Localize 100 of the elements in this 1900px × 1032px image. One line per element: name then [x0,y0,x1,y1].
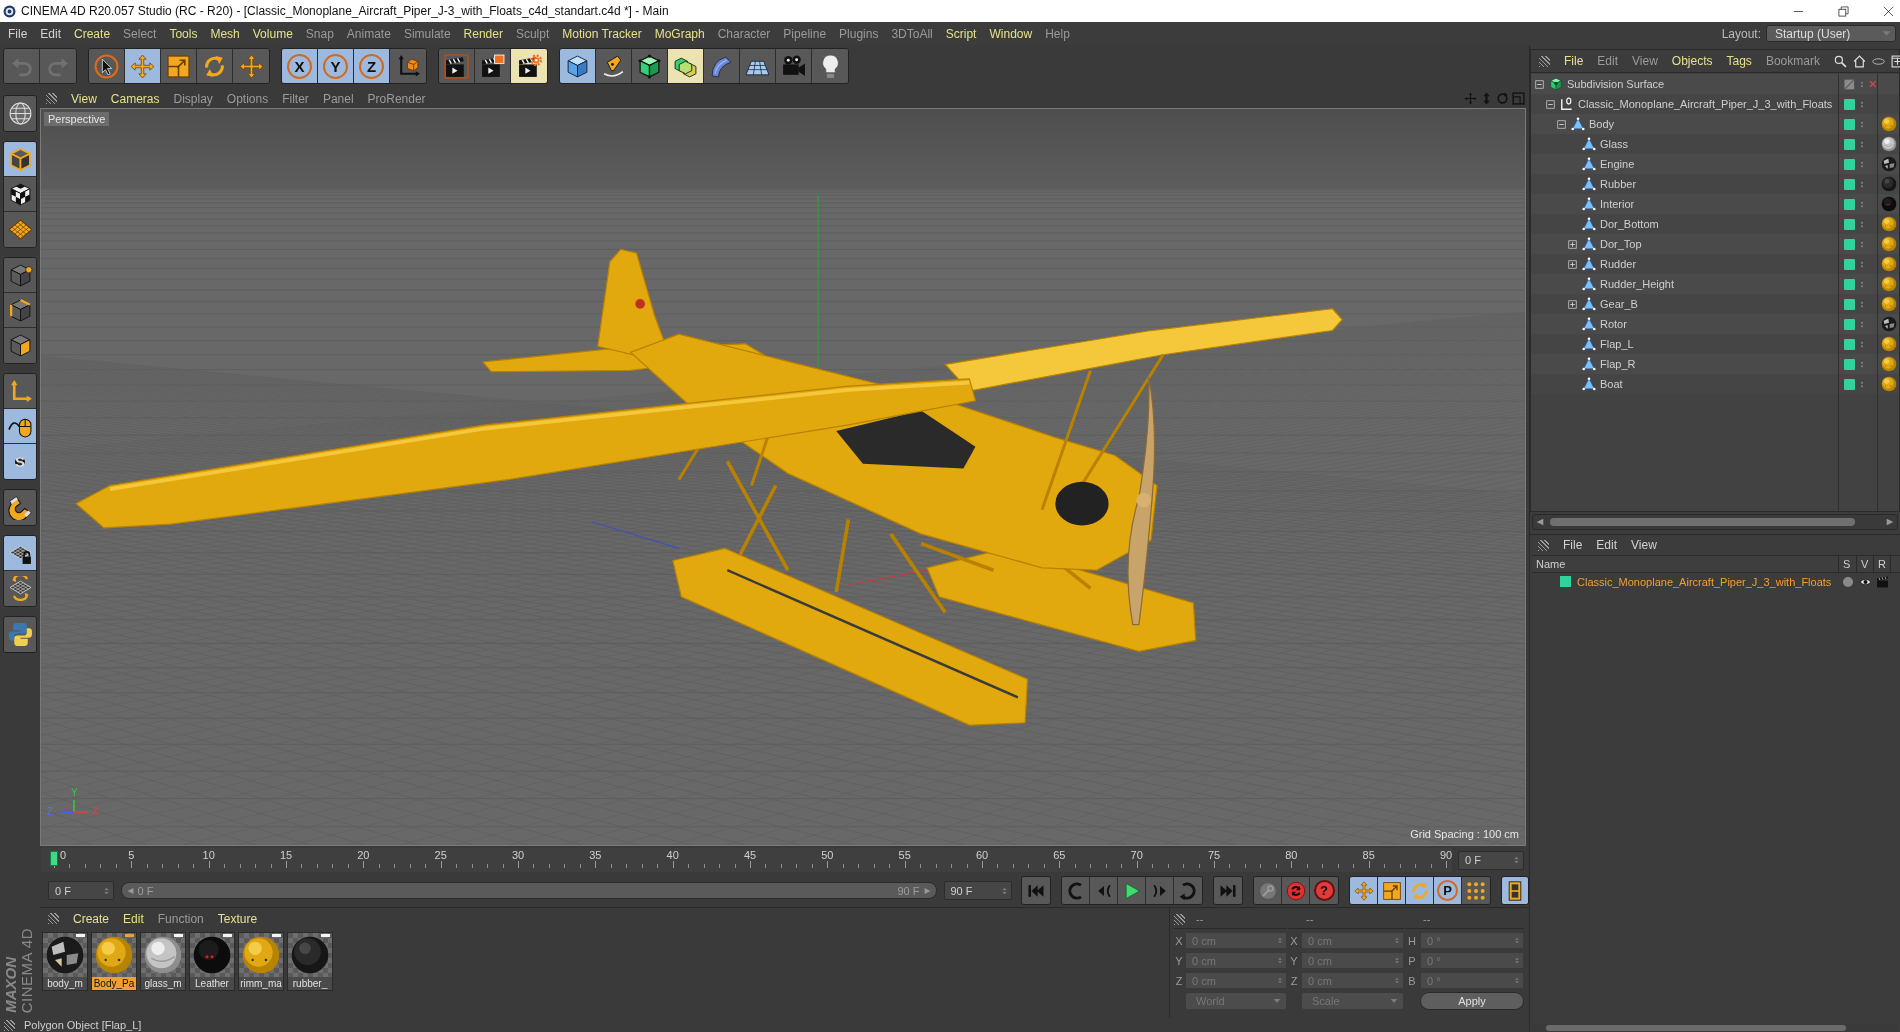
viewport[interactable]: Perspective Grid Spacing : 100 cm Y Z X [40,108,1526,846]
script-button[interactable] [4,617,36,652]
solo-button[interactable]: S [4,444,36,479]
start-frame-field[interactable]: 0 F [48,881,114,900]
layer-name[interactable]: Classic_Monoplane_Aircraft_Piper_J_3_with_Floats [1577,575,1832,588]
menu-item[interactable]: File [1563,538,1583,552]
object-name[interactable]: Engine [1600,158,1635,170]
minus-box-icon[interactable] [1546,99,1555,109]
layer-swatch-icon[interactable] [1844,358,1855,370]
key-point-level-button[interactable] [1462,877,1490,904]
object-name[interactable]: Gear_B [1600,298,1638,310]
array-button[interactable] [668,49,704,83]
object-name[interactable]: Rubber [1600,178,1637,190]
object-name[interactable]: Classic_Monoplane_Aircraft_Piper_J_3_with_Floats [1578,98,1833,110]
key-position-button[interactable] [1350,877,1378,904]
pen-tool-button[interactable] [596,49,632,83]
autokey-button[interactable] [1254,877,1282,904]
render-view-button[interactable] [439,49,475,83]
menu-item[interactable]: Help [1045,26,1070,41]
floor-button[interactable] [740,49,776,83]
menu-item[interactable]: File [8,26,28,41]
horizontal-scrollbar[interactable] [1532,514,1898,530]
object-name[interactable]: Flap_R [1600,358,1636,370]
object-name[interactable]: Dor_Top [1600,238,1642,250]
menu-item[interactable]: Snap [305,26,334,41]
menu-item[interactable]: View [1632,54,1658,68]
points-mode-button[interactable] [4,258,36,293]
object-name[interactable]: Rudder [1600,258,1637,270]
menu-item[interactable]: Edit [40,26,62,41]
object-name[interactable]: Subdivision Surface [1567,78,1665,90]
layer-swatch-icon[interactable] [1844,98,1855,110]
clapper-small-icon[interactable] [1876,575,1889,588]
menu-item[interactable]: Tools [169,26,198,41]
menu-item[interactable]: ProRender [367,91,426,106]
column-header[interactable]: S [1839,556,1857,572]
timeline-ruler[interactable]: 0 5 10 15 20 25 30 35 40 45 50 55 60 65 70 75 80 85 90 [41,848,1452,872]
menu-item[interactable]: Filter [282,91,309,106]
search-icon[interactable] [1833,54,1847,68]
grip-icon[interactable] [48,913,59,924]
select-tool-button[interactable] [89,49,125,83]
menu-item[interactable]: View [71,91,97,106]
material-swatch[interactable]: body_m [42,932,88,991]
end-frame-field[interactable]: 90 F [943,881,1012,900]
menu-item[interactable]: Pipeline [783,26,827,41]
new-panel-icon[interactable] [1890,54,1900,68]
minus-box-icon[interactable] [1557,119,1566,129]
object-name[interactable]: Body [1589,118,1615,130]
render-picture-button[interactable] [475,49,511,83]
layer-swatch-icon[interactable] [1844,178,1855,190]
layer-swatch-icon[interactable] [1844,198,1855,210]
menu-item[interactable]: Animate [346,26,391,41]
menu-item[interactable]: Select [123,26,157,41]
axis-mode-button[interactable] [4,374,36,409]
menu-item[interactable]: Create [74,26,111,41]
menu-item[interactable]: Bookmark [1765,54,1820,68]
menu-item[interactable]: Simulate [403,26,451,41]
layer-swatch-icon[interactable] [1844,338,1855,350]
column-header[interactable]: Name [1532,556,1839,572]
workplane-lock-button[interactable] [4,536,36,571]
menu-item[interactable]: Objects [1671,54,1713,68]
go-to-end-button[interactable] [1214,877,1242,904]
previous-key-button[interactable] [1062,877,1090,904]
key-parameter-button[interactable]: P [1434,877,1462,904]
object-name[interactable]: Dor_Bottom [1600,218,1659,230]
solo-dot-icon[interactable] [1843,576,1853,587]
axis-lock-button[interactable]: Z [354,49,390,83]
layer-swatch-icon[interactable] [1844,138,1855,150]
scale-tool-button[interactable] [161,49,197,83]
close-icon[interactable] [1883,5,1894,17]
menu-item[interactable]: 3DToAll [891,26,933,41]
menu-item[interactable]: Plugins [839,26,879,41]
menu-item[interactable]: Display [173,91,213,106]
object-name[interactable]: Boat [1600,378,1623,390]
tweak-mode-button[interactable] [4,409,36,444]
menu-item[interactable]: Cameras [110,91,160,106]
workplane-align-button[interactable] [4,571,36,606]
make-editable-button[interactable] [4,96,36,131]
plus-box-icon[interactable] [1568,299,1577,309]
object-name[interactable]: Flap_L [1600,338,1634,350]
snap-button[interactable] [4,490,36,525]
menu-item[interactable]: Render [463,26,503,41]
minus-box-icon[interactable] [1535,79,1544,89]
model-mode-button[interactable] [4,142,36,177]
key-scale-button[interactable] [1378,877,1406,904]
menu-item[interactable]: Panel [322,91,354,106]
menu-item[interactable]: Edit [1597,54,1619,68]
object-name[interactable]: Rotor [1600,318,1627,330]
layer-swatch-icon[interactable] [1844,158,1855,170]
menu-item[interactable]: Tags [1726,54,1752,68]
grip-icon[interactable] [1538,539,1549,551]
grip-icon[interactable] [4,1019,15,1031]
restore-icon[interactable] [1838,5,1849,17]
menu-item[interactable]: MoGraph [654,26,705,41]
menu-item[interactable]: Function [157,911,204,926]
layer-swatch-icon[interactable] [1844,118,1855,130]
layer-swatch-icon[interactable] [1844,238,1855,250]
coordinate-system-button[interactable] [390,49,426,83]
object-name[interactable]: Rudder_Height [1600,278,1674,290]
recent-tool-button[interactable] [233,49,269,83]
render-settings-button[interactable] [511,49,547,83]
